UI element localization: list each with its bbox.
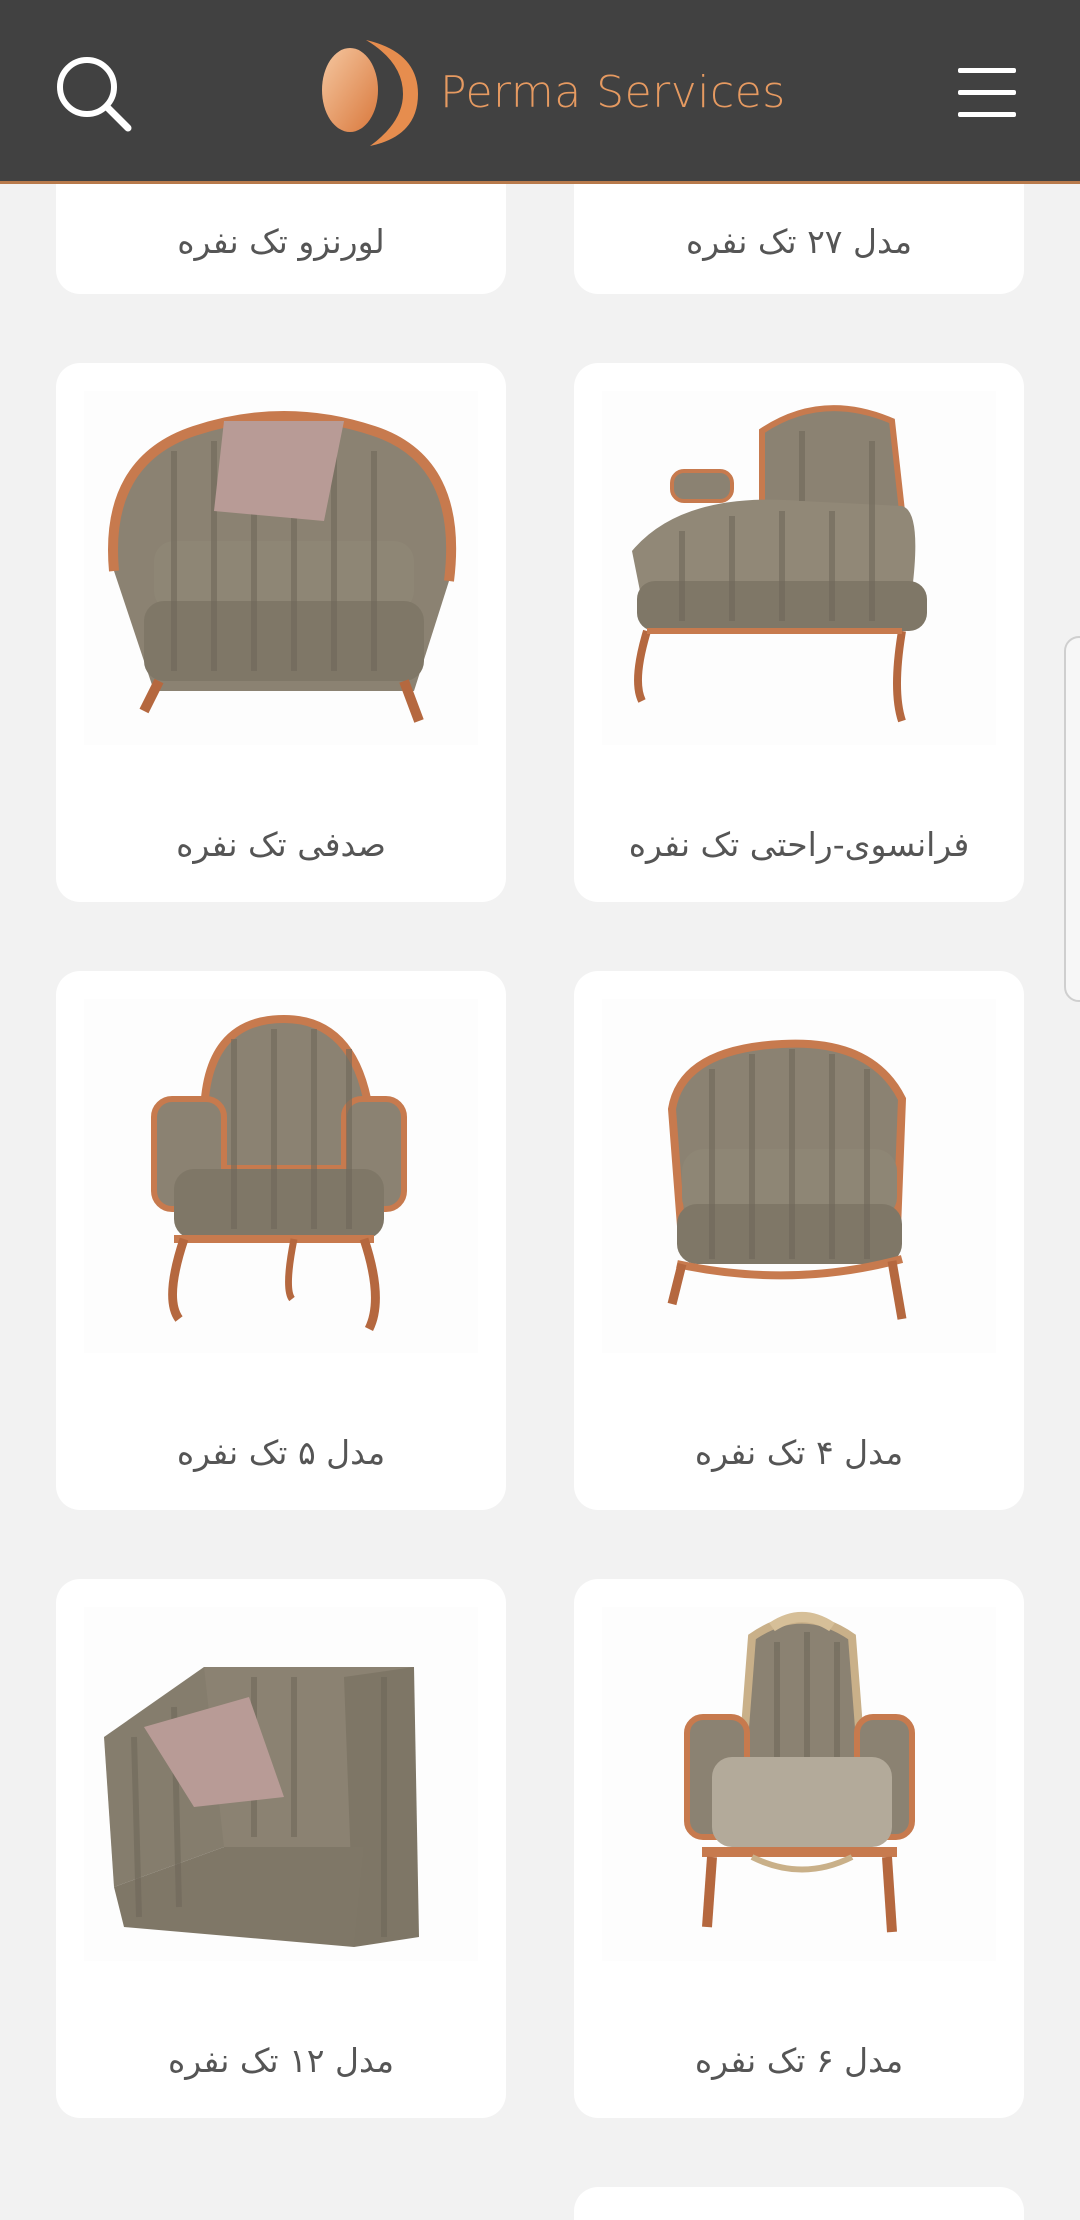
royal-armchair-image [602, 1607, 996, 1961]
french-chaise-image [602, 391, 996, 745]
product-title: فرانسوی-راحتی تک نفره [628, 825, 970, 864]
product-card[interactable] [574, 2187, 1024, 2220]
product-title: مدل ۱۲ تک نفره [168, 2041, 394, 2080]
search-button[interactable] [50, 50, 140, 140]
side-scroll-handle[interactable] [1064, 636, 1080, 1002]
product-card[interactable]: فرانسوی-راحتی تک نفره [574, 363, 1024, 902]
product-grid: لورنزو تک نفره مدل ۲۷ تک نفره صدفی تک نف… [0, 0, 1080, 2220]
top-app-bar: Perma Services [0, 0, 1080, 184]
product-title: مدل ۵ تک نفره [176, 1433, 386, 1472]
product-title: مدل ۲۷ تک نفره [686, 222, 912, 261]
tub-armchair-image [602, 999, 996, 1353]
product-card[interactable]: مدل ۵ تک نفره [56, 971, 506, 1510]
brand-logo-link[interactable]: Perma Services [308, 32, 786, 152]
product-title: صدفی تک نفره [176, 825, 386, 864]
hamburger-menu-icon [958, 68, 1016, 73]
menu-button[interactable] [958, 62, 1022, 122]
product-card[interactable]: مدل ۴ تک نفره [574, 971, 1024, 1510]
perma-logo-icon [322, 40, 418, 146]
product-title: مدل ۴ تک نفره [694, 1433, 904, 1472]
brand-name: Perma Services [440, 66, 786, 118]
search-icon [57, 57, 132, 132]
hamburger-menu-icon [958, 112, 1016, 117]
shell-armchair-image [84, 391, 478, 745]
product-card[interactable]: صدفی تک نفره [56, 363, 506, 902]
hamburger-menu-icon [958, 90, 1016, 95]
classic-armchair-image [84, 999, 478, 1353]
product-card[interactable]: مدل ۱۲ تک نفره [56, 1579, 506, 2118]
product-title: مدل ۶ تک نفره [694, 2041, 904, 2080]
product-title: لورنزو تک نفره [177, 222, 385, 261]
product-card[interactable]: مدل ۶ تک نفره [574, 1579, 1024, 2118]
modern-armchair-image [84, 1607, 478, 1961]
